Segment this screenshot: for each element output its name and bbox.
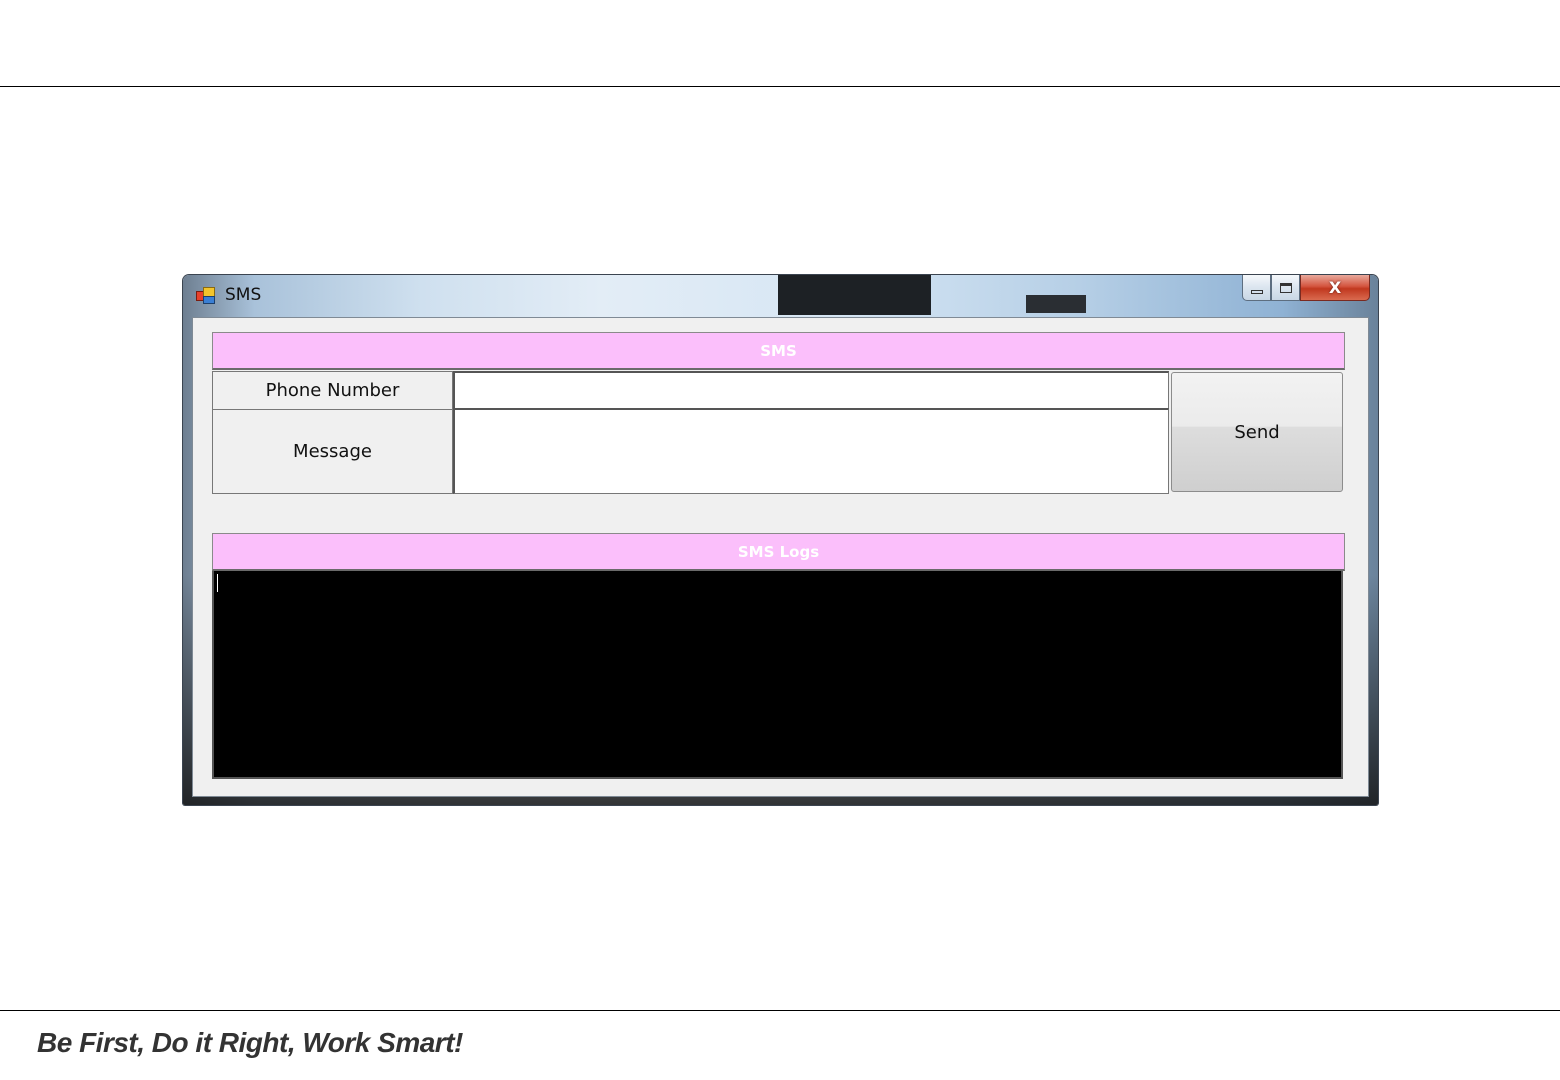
phone-number-input[interactable] <box>453 371 1169 410</box>
phone-number-label: Phone Number <box>212 371 453 410</box>
message-label: Message <box>212 409 453 494</box>
bottom-divider <box>0 1010 1560 1011</box>
top-divider <box>0 86 1560 87</box>
sms-logs-textbox[interactable] <box>212 571 1343 779</box>
minimize-icon <box>1250 289 1263 294</box>
background-glimpse <box>778 275 931 315</box>
title-bar[interactable]: SMS X <box>183 275 1378 317</box>
minimize-button[interactable] <box>1242 275 1271 301</box>
sms-section-header: SMS <box>212 332 1345 370</box>
close-button[interactable]: X <box>1300 275 1370 301</box>
background-glimpse <box>1026 295 1086 313</box>
client-area: SMS Phone Number Message Send SMS Logs <box>192 317 1369 797</box>
footer-slogan: Be First, Do it Right, Work Smart! <box>37 1027 463 1058</box>
window-title: SMS <box>225 285 262 305</box>
close-icon: X <box>1328 278 1342 297</box>
message-input[interactable] <box>453 408 1169 494</box>
sms-window: SMS X SMS Phone Number Message Send SMS … <box>183 275 1378 805</box>
windows-form-icon <box>196 287 215 304</box>
caption-buttons: X <box>1242 275 1370 302</box>
maximize-button[interactable] <box>1271 275 1300 301</box>
maximize-icon <box>1279 282 1292 293</box>
sms-logs-header: SMS Logs <box>212 533 1345 571</box>
text-caret <box>217 574 218 592</box>
send-button[interactable]: Send <box>1171 372 1343 492</box>
